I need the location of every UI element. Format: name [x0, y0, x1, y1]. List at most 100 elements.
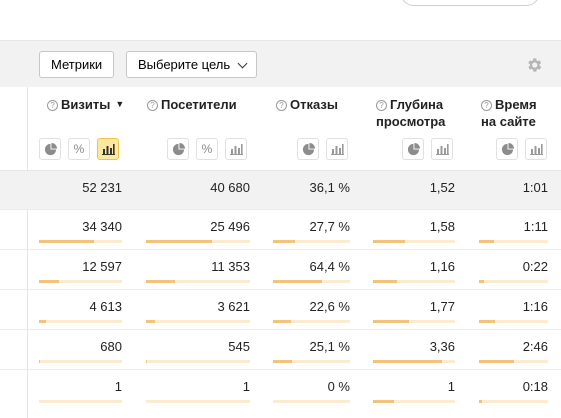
depth-cell: 1,52 [429, 180, 455, 195]
pie-chart-icon[interactable] [496, 138, 518, 160]
bar-chart-icon[interactable] [225, 138, 247, 160]
share-bar [479, 280, 548, 283]
share-bar [273, 240, 350, 243]
help-icon[interactable]: ? [376, 100, 387, 111]
share-bar [146, 360, 250, 363]
bounce-rate-cell: 0 % [327, 379, 350, 394]
visits-cell: 680 [100, 339, 122, 354]
share-bar [146, 320, 250, 323]
visits-cell: 34 340 [82, 219, 122, 234]
share-bar-fill [273, 240, 295, 243]
share-bar [39, 400, 122, 403]
share-bar [373, 320, 455, 323]
column-header-visitors[interactable]: ? Посетители [147, 96, 237, 113]
pie-chart-icon[interactable] [297, 138, 319, 160]
share-bar [273, 360, 350, 363]
share-bar-fill [479, 240, 494, 243]
percent-icon[interactable]: % [68, 138, 90, 160]
time-cell: 1:16 [522, 299, 548, 314]
visits-cell: 4 613 [89, 299, 122, 314]
goal-select-label: Выберите цель [138, 57, 231, 72]
share-bar [479, 320, 548, 323]
bar-chart-icon[interactable] [97, 138, 119, 160]
depth-cell: 1,16 [429, 259, 455, 274]
share-bar [146, 280, 250, 283]
help-icon[interactable]: ? [147, 100, 158, 111]
column-header-bounces[interactable]: ? Отказы [276, 96, 338, 113]
bounce-rate-cell: 22,6 % [309, 299, 350, 314]
gear-icon[interactable] [525, 56, 543, 74]
percent-icon[interactable]: % [196, 138, 218, 160]
table-row[interactable]: 12 597 11 353 64,4 % 1,16 0:22 [0, 249, 561, 289]
time-cell: 1:11 [523, 219, 548, 234]
help-icon[interactable]: ? [47, 100, 58, 111]
share-bar [39, 240, 122, 243]
share-bar-fill [373, 400, 394, 403]
table-row[interactable]: 4 613 3 621 22,6 % 1,77 1:16 [0, 289, 561, 329]
visitors-cell: 3 621 [217, 299, 250, 314]
chevron-down-icon [237, 58, 248, 69]
report-toolbar: Метрики Выберите цель [0, 40, 561, 87]
bounce-rate-cell: 64,4 % [309, 259, 350, 274]
column-label: Посетители [161, 97, 237, 112]
share-bar-fill [273, 360, 292, 363]
bounce-rate-cell: 36,1 % [309, 180, 350, 195]
depth-cell: 1 [447, 379, 455, 394]
share-bar [273, 320, 350, 323]
table-row[interactable]: 34 340 25 496 27,7 % 1,58 1:11 [0, 209, 561, 249]
share-bar-fill [373, 320, 409, 323]
column-header-time[interactable]: ? Время на сайте [481, 96, 547, 130]
share-bar [373, 400, 455, 403]
column-label: Отказы [290, 97, 338, 112]
totals-row: 52 231 40 680 36,1 % 1,52 1:01 [0, 170, 561, 210]
help-icon[interactable]: ? [276, 100, 287, 111]
table-row[interactable]: 1 1 0 % 1 0:18 [0, 369, 561, 409]
column-label: Глубина просмотра [376, 97, 446, 129]
depth-cell: 1,77 [429, 299, 455, 314]
goal-select[interactable]: Выберите цель [126, 51, 258, 78]
help-icon[interactable]: ? [481, 100, 492, 111]
share-bar [479, 240, 548, 243]
share-bar-fill [39, 360, 40, 363]
share-bar [39, 360, 122, 363]
period-selector[interactable] [400, 0, 540, 6]
share-bar-fill [373, 280, 397, 283]
visits-cell: 12 597 [82, 259, 122, 274]
bar-chart-icon[interactable] [431, 138, 453, 160]
share-bar [273, 400, 350, 403]
column-header-visits[interactable]: ? Визиты ▼ [47, 96, 124, 113]
share-bar [146, 240, 250, 243]
visits-cell: 1 [114, 379, 122, 394]
depth-cell: 3,36 [429, 339, 455, 354]
share-bar-fill [273, 280, 322, 283]
visitors-cell: 1 [242, 379, 250, 394]
bar-chart-icon[interactable] [525, 138, 547, 160]
time-cell: 1:01 [522, 180, 548, 195]
column-header-depth[interactable]: ? Глубина просмотра [376, 96, 456, 130]
share-bar [479, 400, 548, 403]
metrics-button[interactable]: Метрики [39, 51, 115, 78]
share-bar-fill [479, 320, 495, 323]
share-bar-fill [146, 360, 147, 363]
share-bar-fill [479, 360, 514, 363]
share-bar [39, 320, 122, 323]
share-bar-fill [273, 320, 291, 323]
visitors-cell: 11 353 [211, 259, 250, 274]
share-bar [146, 400, 250, 403]
share-bar-fill [146, 280, 175, 283]
table-row[interactable]: 680 545 25,1 % 3,36 2:46 [0, 329, 561, 369]
time-cell: 2:46 [522, 339, 548, 354]
share-bar [373, 240, 455, 243]
pie-chart-icon[interactable] [167, 138, 189, 160]
bar-chart-icon[interactable] [326, 138, 348, 160]
share-bar [39, 280, 122, 283]
bounce-rate-cell: 27,7 % [309, 219, 350, 234]
pie-chart-icon[interactable] [402, 138, 424, 160]
visitors-cell: 25 496 [210, 219, 250, 234]
bounce-rate-cell: 25,1 % [309, 339, 350, 354]
share-bar-fill [373, 240, 405, 243]
share-bar-fill [146, 240, 212, 243]
share-bar-fill [39, 280, 59, 283]
pie-chart-icon[interactable] [39, 138, 61, 160]
time-cell: 0:22 [522, 259, 548, 274]
